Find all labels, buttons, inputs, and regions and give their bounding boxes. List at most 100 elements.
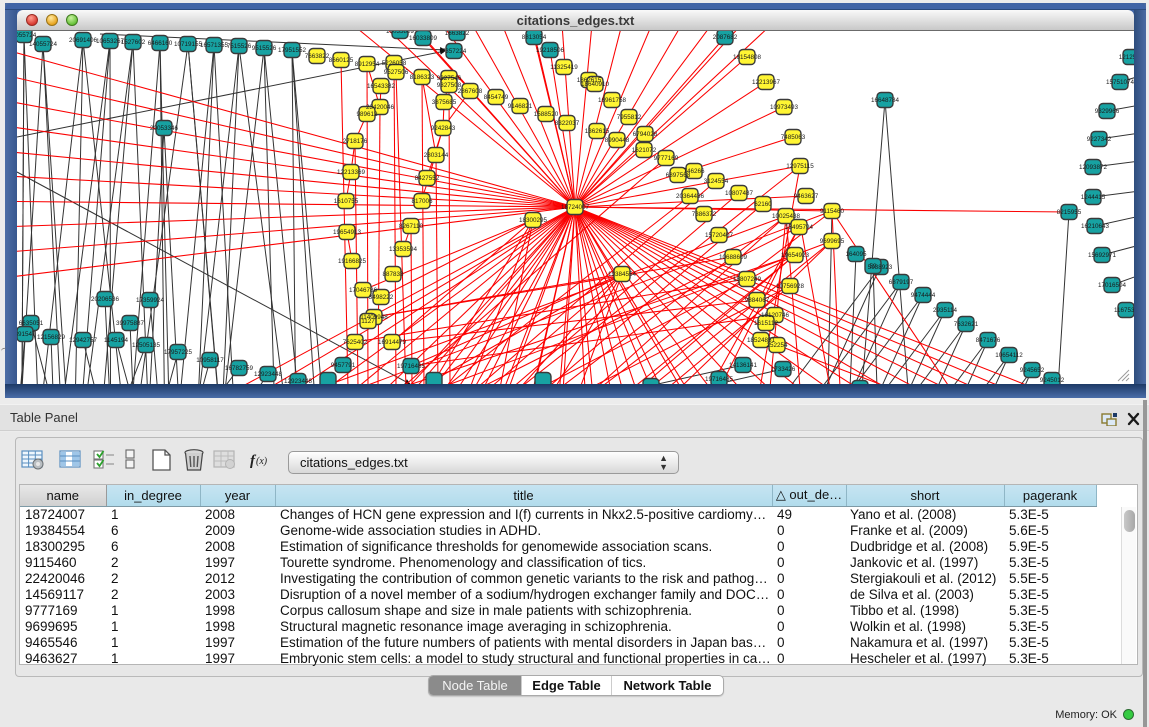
svg-text:3124554: 3124554 (704, 178, 729, 185)
svg-text:15720407: 15720407 (705, 232, 734, 239)
svg-text:8454749: 8454749 (484, 94, 509, 101)
svg-text:18807249: 18807249 (733, 276, 762, 283)
svg-text:9327546: 9327546 (437, 75, 462, 82)
svg-text:16120746: 16120746 (761, 312, 790, 319)
svg-text:14136141: 14136141 (729, 362, 758, 369)
svg-text:9245652: 9245652 (1020, 367, 1045, 374)
svg-text:8471676: 8471676 (976, 337, 1001, 344)
svg-text:3498222: 3498222 (369, 294, 394, 301)
svg-text:989612: 989612 (356, 111, 378, 118)
svg-text:9777169: 9777169 (654, 155, 679, 162)
svg-text:15751074: 15751074 (1106, 79, 1134, 86)
svg-text:16648784: 16648784 (871, 97, 900, 104)
svg-text:20691406: 20691406 (69, 37, 98, 44)
svg-text:1621072: 1621072 (632, 147, 657, 154)
svg-text:16033809: 16033809 (409, 35, 438, 42)
svg-text:10756928: 10756928 (776, 283, 805, 290)
svg-text:1167534: 1167534 (1114, 307, 1134, 314)
svg-text:17016504: 17016504 (1098, 282, 1127, 289)
svg-text:16210643: 16210643 (1081, 223, 1110, 230)
svg-text:9245012: 9245012 (1040, 377, 1065, 384)
svg-text:16543382: 16543382 (367, 83, 396, 90)
svg-text:8912954: 8912954 (355, 61, 380, 68)
svg-text:1527602: 1527602 (121, 39, 146, 46)
svg-text:(x): (x) (256, 456, 268, 467)
svg-text:8813054: 8813054 (522, 34, 547, 41)
svg-text:7955812: 7955812 (617, 114, 642, 121)
svg-text:10654112: 10654112 (995, 352, 1023, 359)
svg-text:1244415: 1244415 (1081, 194, 1106, 201)
svg-text:12505135: 12505135 (132, 342, 161, 349)
svg-text:17359924: 17359924 (136, 297, 165, 304)
svg-text:9463627: 9463627 (794, 193, 819, 200)
svg-text:6794028: 6794028 (633, 131, 658, 138)
svg-text:19716485: 19716485 (397, 363, 426, 370)
svg-text:8215955: 8215955 (1057, 209, 1082, 216)
svg-text:18495794: 18495794 (785, 224, 814, 231)
svg-text:7515526: 7515526 (227, 43, 252, 50)
svg-text:7357224: 7357224 (442, 48, 467, 55)
svg-text:1663822: 1663822 (445, 31, 470, 37)
svg-text:10025438: 10025438 (772, 213, 801, 220)
svg-text:12942757: 12942757 (69, 337, 98, 344)
svg-text:19654913: 19654913 (333, 229, 362, 236)
svg-text:9699695: 9699695 (820, 238, 845, 245)
svg-text:16961758: 16961758 (598, 97, 627, 104)
svg-text:9146821: 9146821 (508, 103, 533, 110)
svg-text:8267110: 8267110 (399, 223, 424, 230)
svg-text:10973493: 10973493 (770, 104, 799, 111)
svg-text:7625402: 7625402 (343, 339, 368, 346)
svg-text:10807487: 10807487 (725, 190, 754, 197)
svg-text:16782759: 16782759 (225, 365, 254, 372)
svg-text:23420046: 23420046 (366, 104, 395, 111)
svg-text:1733426: 1733426 (771, 366, 796, 373)
svg-text:9329966: 9329966 (1095, 108, 1120, 115)
svg-text:7663822: 7663822 (305, 53, 330, 60)
svg-text:19654923: 19654923 (781, 252, 810, 259)
svg-text:12923448: 12923448 (254, 371, 283, 378)
svg-text:3875685: 3875685 (432, 99, 457, 106)
svg-text:17046786: 17046786 (349, 287, 378, 294)
svg-text:9515526: 9515526 (252, 45, 277, 52)
svg-text:19166825: 19166825 (338, 258, 367, 265)
svg-text:17951552: 17951552 (278, 47, 307, 54)
svg-text:18724007: 18724007 (561, 204, 590, 211)
svg-text:9457791: 9457791 (331, 362, 356, 369)
svg-text:1615112: 1615112 (754, 320, 779, 327)
svg-text:13353594: 13353594 (389, 246, 418, 253)
svg-text:19218506: 19218506 (536, 47, 565, 54)
svg-text:1362615: 1362615 (585, 128, 610, 135)
svg-text:39975887: 39975887 (116, 320, 145, 327)
svg-text:164095: 164095 (845, 251, 867, 258)
svg-text:887833: 887833 (382, 271, 404, 278)
svg-text:9884067: 9884067 (745, 297, 770, 304)
svg-text:16914479: 16914479 (378, 339, 407, 346)
svg-text:11325419: 11325419 (550, 64, 578, 71)
svg-text:18640910: 18640910 (581, 81, 610, 88)
svg-text:6897568: 6897568 (666, 172, 691, 179)
svg-text:9474444: 9474444 (911, 292, 936, 299)
svg-text:6879197: 6879197 (889, 279, 914, 286)
svg-text:8322037: 8322037 (555, 120, 580, 127)
svg-text:12213369: 12213369 (337, 169, 366, 176)
svg-text:1212506: 1212506 (1119, 54, 1134, 61)
svg-text:7632621: 7632621 (954, 321, 979, 328)
svg-text:252254: 252254 (766, 342, 788, 349)
svg-text:12093872: 12093872 (1079, 164, 1108, 171)
svg-text:12975115: 12975115 (786, 163, 814, 170)
svg-text:18300295: 18300295 (519, 217, 548, 224)
svg-text:10719155: 10719155 (174, 41, 203, 48)
svg-text:6466160: 6466160 (148, 40, 173, 47)
svg-text:16154808: 16154808 (733, 54, 762, 61)
svg-text:20364436: 20364436 (676, 193, 705, 200)
svg-text:9242843: 9242843 (431, 125, 456, 132)
svg-text:1127: 1127 (361, 318, 375, 325)
svg-text:9527506: 9527506 (384, 69, 409, 76)
svg-text:7386372: 7386372 (692, 211, 717, 218)
svg-text:2935114: 2935114 (933, 307, 958, 314)
svg-text:14055724: 14055724 (29, 41, 58, 48)
svg-text:8660125: 8660125 (329, 57, 354, 64)
svg-text:20053346: 20053346 (150, 125, 179, 132)
svg-text:17957225: 17957225 (164, 349, 193, 356)
svg-text:19716485: 19716485 (705, 376, 734, 383)
